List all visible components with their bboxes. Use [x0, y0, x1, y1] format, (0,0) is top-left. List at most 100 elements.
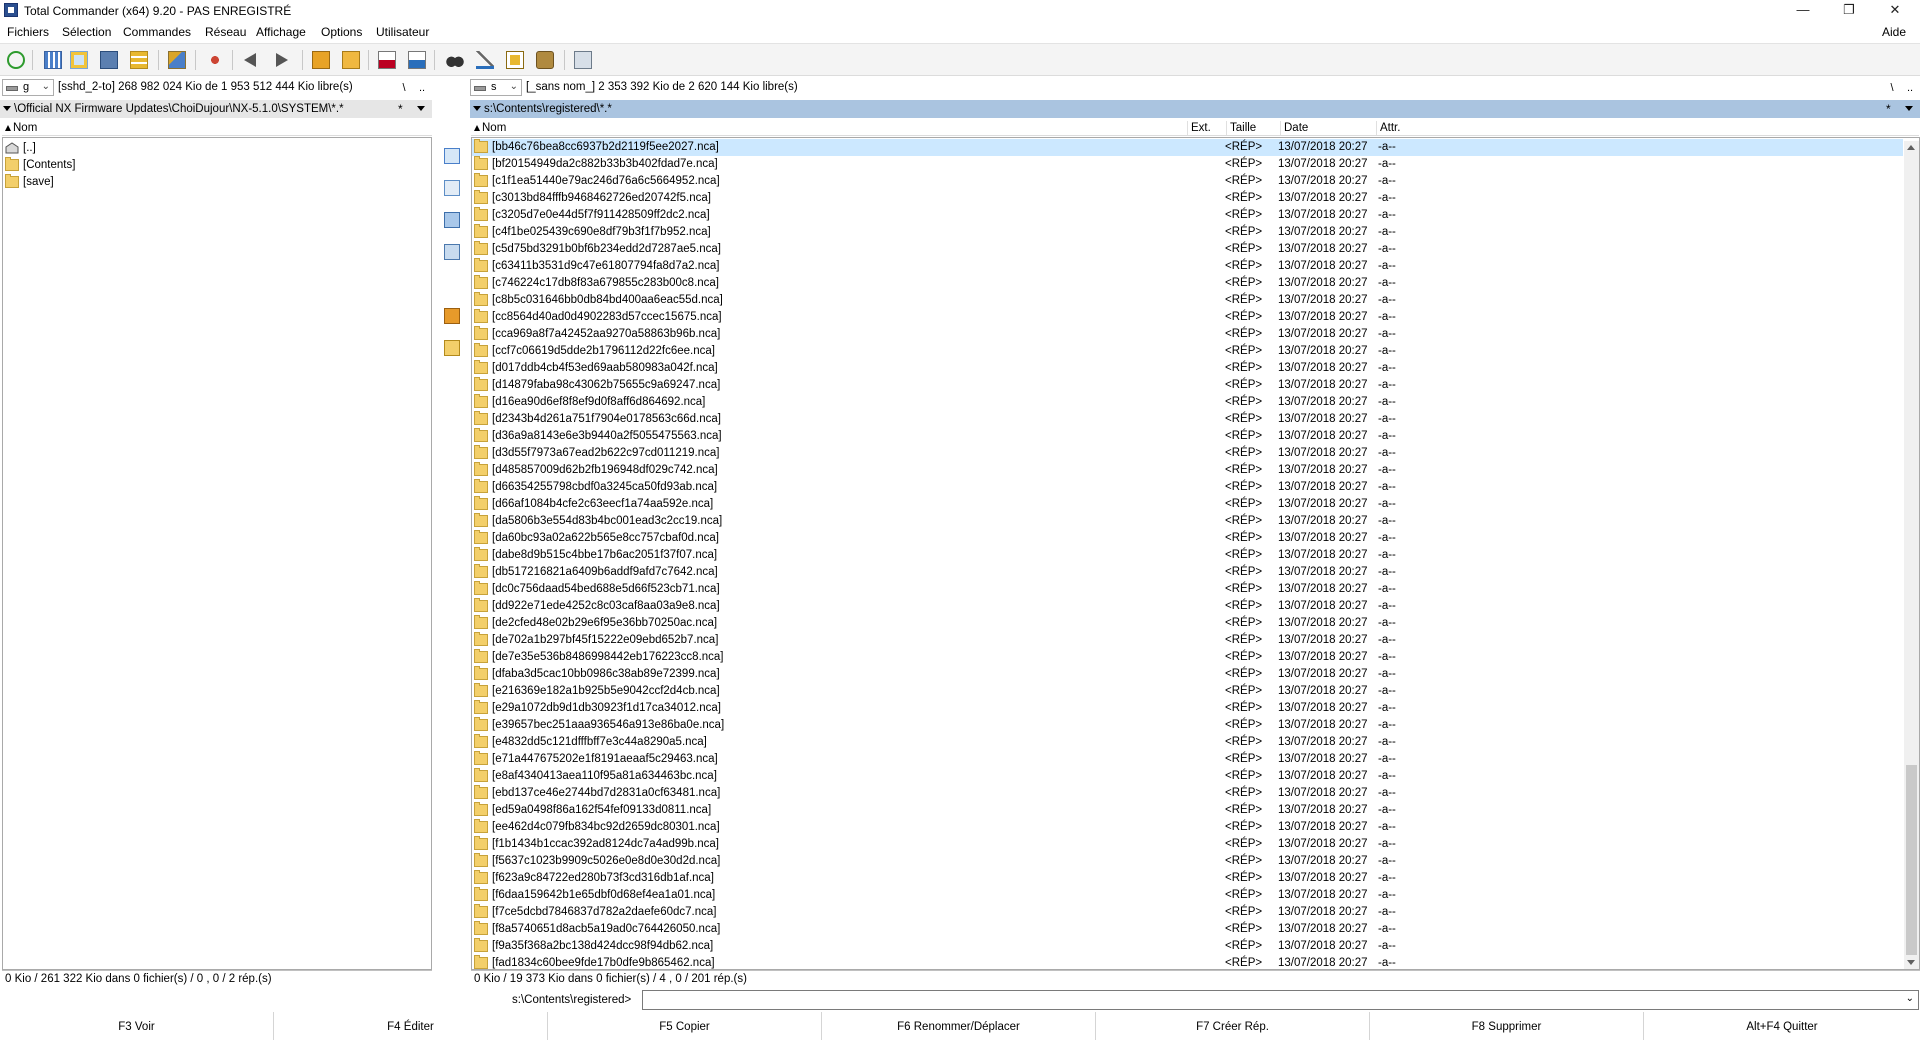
table-row[interactable]: [d16ea90d6ef8f8ef9d0f8aff6d864692.nca] <R…	[472, 394, 1903, 411]
left-header-name[interactable]: Nom	[2, 121, 432, 135]
url-icon[interactable]	[408, 51, 426, 69]
f5-copy-button[interactable]: F5 Copier	[548, 1012, 822, 1040]
move-icon[interactable]	[444, 244, 460, 260]
list-item[interactable]: [Contents]	[3, 157, 431, 174]
table-row[interactable]: [c4f1be025439c690e8df79b3f1f7b952.nca] <R…	[472, 224, 1903, 241]
refresh-icon[interactable]	[7, 51, 25, 69]
table-row[interactable]: [bb46c76bea8cc6937b2d2119f5ee2027.nca] <R…	[472, 139, 1903, 156]
scroll-up-icon[interactable]	[1907, 145, 1915, 150]
right-header-size[interactable]: Taille	[1227, 121, 1281, 135]
right-header-attr[interactable]: Attr.	[1377, 121, 1919, 135]
history-dropdown-icon[interactable]	[3, 106, 11, 111]
sync-dirs-icon[interactable]	[506, 51, 524, 69]
table-row[interactable]: [e4832dd5c121dfffbff7e3c44a8290a5.nca] <R…	[472, 734, 1903, 751]
menu-reseau[interactable]: Réseau	[205, 25, 246, 39]
right-header-ext[interactable]: Ext.	[1188, 121, 1227, 135]
brief-view-icon[interactable]	[44, 51, 62, 69]
menu-options[interactable]: Options	[321, 25, 362, 39]
left-drive-combo[interactable]: g ⌄	[2, 79, 54, 96]
search-icon[interactable]	[446, 51, 464, 69]
back-icon[interactable]	[244, 53, 256, 67]
scrollbar-thumb[interactable]	[1906, 765, 1917, 955]
right-up-button[interactable]: ..	[1902, 80, 1918, 96]
table-row[interactable]: [ee462d4c079fb834bc92d2659dc80301.nca] <R…	[472, 819, 1903, 836]
new-folder-icon[interactable]	[444, 340, 460, 356]
table-row[interactable]: [da60bc93a02a622b565e8cc757cbaf0d.nca] <R…	[472, 530, 1903, 547]
menu-fichiers[interactable]: Fichiers	[7, 25, 49, 39]
table-row[interactable]: [d66af1084b4cfe2c63eecf1a74aa592e.nca] <R…	[472, 496, 1903, 513]
f4-edit-button[interactable]: F4 Éditer	[274, 1012, 548, 1040]
table-row[interactable]: [d66354255798cbdf0a3245ca50fd93ab.nca] <R…	[472, 479, 1903, 496]
detailed-view-icon[interactable]	[70, 51, 88, 69]
unpack-icon[interactable]	[206, 51, 224, 69]
command-line-input[interactable]: ⌄	[642, 990, 1919, 1010]
table-row[interactable]: [c63411b3531d9c47e61807794fa8d7a2.nca] <R…	[472, 258, 1903, 275]
tree-view-icon[interactable]	[130, 51, 148, 69]
sort-icon[interactable]	[168, 51, 186, 69]
pack-icon[interactable]	[312, 51, 330, 69]
left-root-button[interactable]: \	[396, 80, 412, 96]
right-file-panel[interactable]: [bb46c76bea8cc6937b2d2119f5ee2027.nca] <R…	[471, 137, 1920, 970]
table-row[interactable]: [e71a447675202e1f8191aeaaf5c29463.nca] <R…	[472, 751, 1903, 768]
network-drive-icon[interactable]	[536, 51, 554, 69]
table-row[interactable]: [f1b1434b1ccac392ad8124dc7a4ad99b.nca] <R…	[472, 836, 1903, 853]
view-icon[interactable]	[444, 148, 460, 164]
table-row[interactable]: [cca969a8f7a42452aa9270a58863b96b.nca] <R…	[472, 326, 1903, 343]
table-row[interactable]: [f5637c1023b9909c5026e0e8d0e30d2d.nca] <R…	[472, 853, 1903, 870]
table-row[interactable]: [c746224c17db8f83a679855c283b00c8.nca] <R…	[472, 275, 1903, 292]
table-row[interactable]: [f9a35f368a2bc138d424dcc98f94db62.nca] <R…	[472, 938, 1903, 955]
maximize-button[interactable]: ❐	[1826, 0, 1872, 22]
unpack-all-icon[interactable]	[342, 51, 360, 69]
right-header-name[interactable]: Nom	[471, 121, 1188, 135]
quit-button[interactable]: Alt+F4 Quitter	[1644, 1012, 1920, 1040]
table-row[interactable]: [dd922e71ede4252c8c03caf8aa03a9e8.nca] <R…	[472, 598, 1903, 615]
close-button[interactable]: ✕	[1872, 0, 1918, 22]
table-row[interactable]: [f8a5740651d8acb5a19ad0c764426050.nca] <R…	[472, 921, 1903, 938]
table-row[interactable]: [c3205d7e0e44d5f7f911428509ff2dc2.nca] <R…	[472, 207, 1903, 224]
f6-move-button[interactable]: F6 Renommer/Déplacer	[822, 1012, 1096, 1040]
right-header-date[interactable]: Date	[1281, 121, 1377, 135]
table-row[interactable]: [de7e35e536b8486998442eb176223cc8.nca] <R…	[472, 649, 1903, 666]
list-item[interactable]: [save]	[3, 174, 431, 191]
table-row[interactable]: [e8af4340413aea110f95a81a634463bc.nca] <R…	[472, 768, 1903, 785]
right-drive-combo[interactable]: s ⌄	[470, 79, 522, 96]
table-row[interactable]: [dc0c756daad54bed688e5d66f523cb71.nca] <R…	[472, 581, 1903, 598]
table-row[interactable]: [d14879faba98c43062b75655c9a69247.nca] <R…	[472, 377, 1903, 394]
table-row[interactable]: [c1f1ea51440e79ac246d76a6c5664952.nca] <R…	[472, 173, 1903, 190]
scroll-down-icon[interactable]	[1907, 960, 1915, 965]
menu-aide[interactable]: Aide	[1882, 25, 1906, 39]
right-hotlist-chevron-icon[interactable]	[1905, 106, 1913, 111]
table-row[interactable]: [ebd137ce46e2744bd7d2831a0cf63481.nca] <R…	[472, 785, 1903, 802]
table-row[interactable]: [ccf7c06619d5dde2b1796112d22fc6ee.nca] <R…	[472, 343, 1903, 360]
edit-icon[interactable]	[444, 180, 460, 196]
menu-affichage[interactable]: Affichage	[256, 25, 306, 39]
history-dropdown-icon[interactable]	[473, 106, 481, 111]
left-file-panel[interactable]: [..] [Contents] [save]	[2, 137, 432, 970]
left-path-bar[interactable]: \Official NX Firmware Updates\ChoiDujour…	[0, 100, 432, 118]
table-row[interactable]: [bf20154949da2c882b33b3b402fdad7e.nca] <R…	[472, 156, 1903, 173]
table-row[interactable]: [cc8564d40ad0d4902283d57ccec15675.nca] <R…	[472, 309, 1903, 326]
pack-files-icon[interactable]	[444, 308, 460, 324]
table-row[interactable]: [e29a1072db9d1db30923f1d17ca34012.nca] <R…	[472, 700, 1903, 717]
table-row[interactable]: [dabe8d9b515c4bbe17b6ac2051f37f07.nca] <R…	[472, 547, 1903, 564]
table-row[interactable]: [ed59a0498f86a162f54fef09133d0811.nca] <R…	[472, 802, 1903, 819]
left-filter-star[interactable]: *	[398, 100, 403, 118]
table-row[interactable]: [e39657bec251aaa936546a913e86ba0e.nca] <R…	[472, 717, 1903, 734]
table-row[interactable]: [da5806b3e554d83b4bc001ead3c2cc19.nca] <R…	[472, 513, 1903, 530]
rename-tool-icon[interactable]	[476, 51, 494, 69]
forward-icon[interactable]	[276, 53, 288, 67]
table-row[interactable]: [de2cfed48e02b29e6f95e36bb70250ac.nca] <R…	[472, 615, 1903, 632]
chevron-down-icon[interactable]: ⌄	[1906, 993, 1914, 1004]
table-row[interactable]: [d36a9a8143e6e3b9440a2f5055475563.nca] <R…	[472, 428, 1903, 445]
table-row[interactable]: [d3d55f7973a67ead2b622c97cd011219.nca] <R…	[472, 445, 1903, 462]
right-root-button[interactable]: \	[1884, 80, 1900, 96]
right-scrollbar[interactable]	[1904, 141, 1919, 969]
table-row[interactable]: [de702a1b297bf45f15222e09ebd652b7.nca] <R…	[472, 632, 1903, 649]
table-row[interactable]: [f6daa159642b1e65dbf0d68ef4ea1a01.nca] <R…	[472, 887, 1903, 904]
f7-mkdir-button[interactable]: F7 Créer Rép.	[1096, 1012, 1370, 1040]
f3-view-button[interactable]: F3 Voir	[0, 1012, 274, 1040]
table-row[interactable]: [d2343b4d261a751f7904e0178563c66d.nca] <R…	[472, 411, 1903, 428]
thumbnail-view-icon[interactable]	[100, 51, 118, 69]
left-hotlist-chevron-icon[interactable]	[417, 106, 425, 111]
ftp-icon[interactable]	[378, 51, 396, 69]
